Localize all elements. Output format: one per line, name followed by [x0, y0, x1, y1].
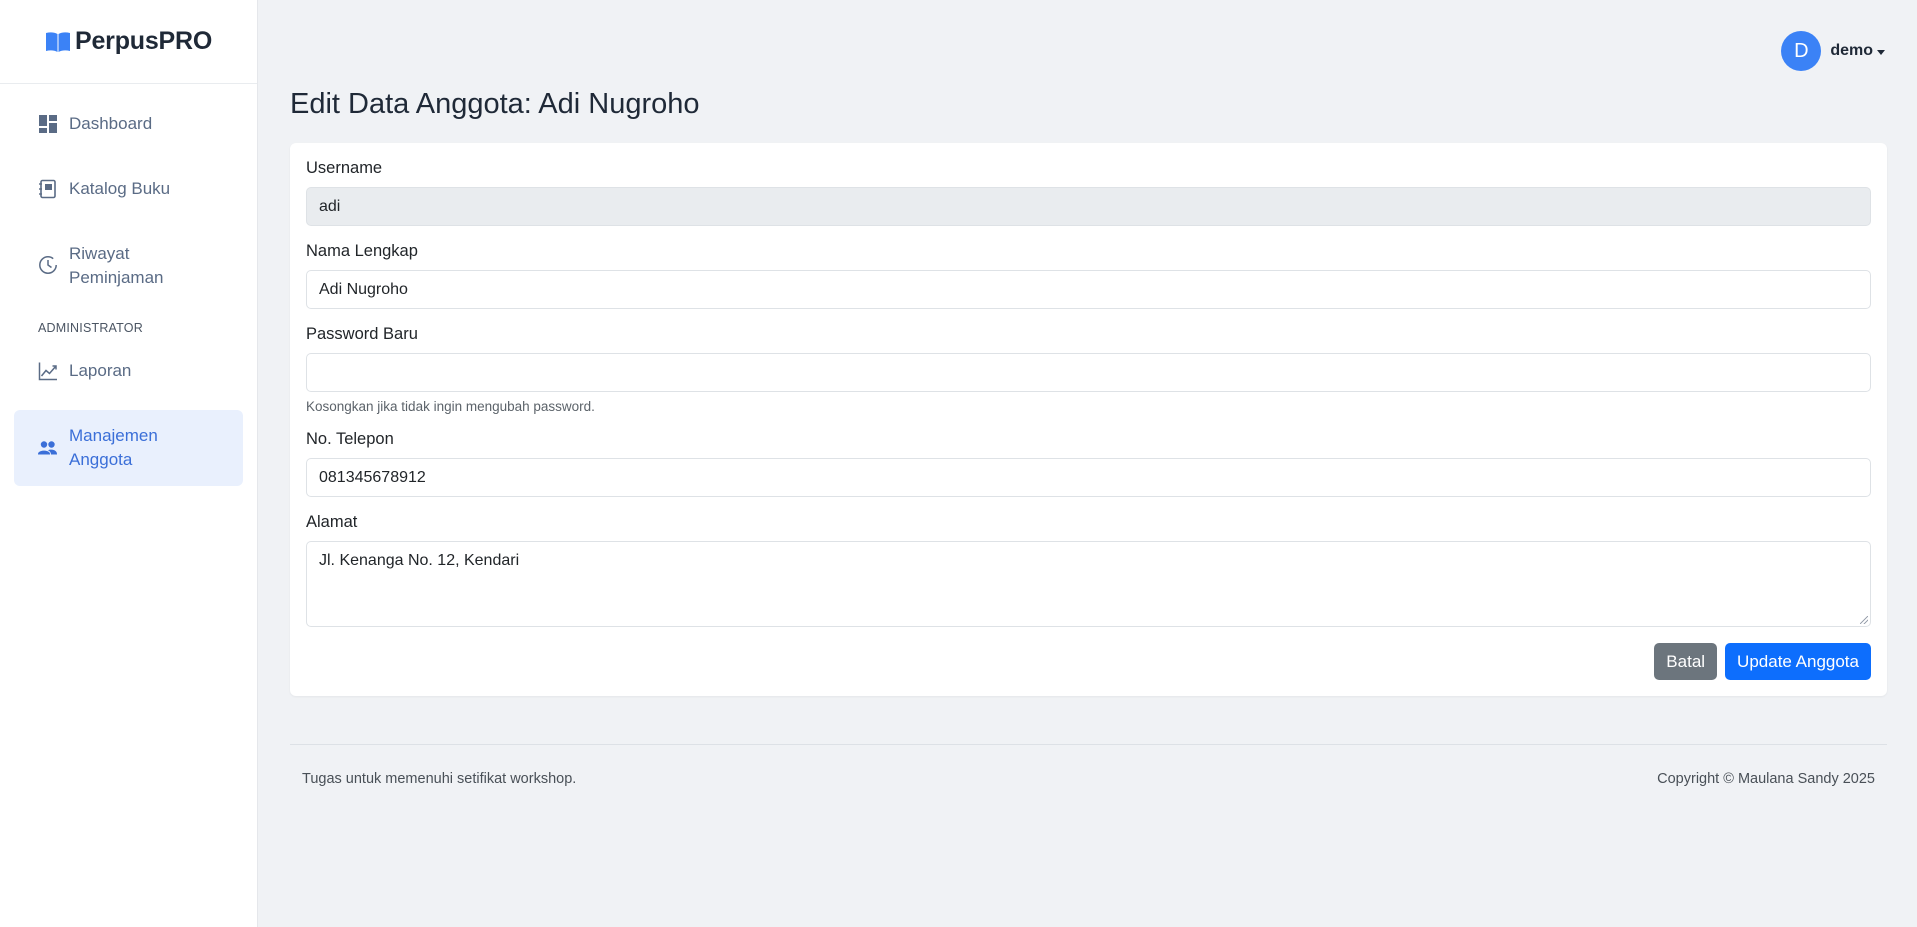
brand-name: PerpusPRO [75, 27, 213, 55]
user-menu[interactable]: D demo [1781, 31, 1885, 71]
sidebar-item-katalog-buku[interactable]: Katalog Buku [14, 163, 243, 215]
sidebar-item-label: Dashboard [69, 114, 153, 133]
main-content: D demo Edit Data Anggota: Adi Nugroho Us… [258, 0, 1917, 927]
footer-copyright: Copyright © Maulana Sandy 2025 [1657, 771, 1875, 787]
page-title: Edit Data Anggota: Adi Nugroho [290, 88, 700, 120]
form-group-password: Password Baru Kosongkan jika tidak ingin… [306, 325, 1871, 414]
catalog-book-icon [37, 179, 58, 200]
full-name-label: Nama Lengkap [306, 242, 418, 260]
edit-member-form: Username adi Nama Lengkap Adi Nugroho Pa… [290, 143, 1887, 696]
phone-field[interactable]: 081345678912 [306, 458, 1871, 497]
user-name: demo [1830, 42, 1873, 59]
sidebar-item-riwayat-peminjaman[interactable]: Riwayat Peminjaman [14, 228, 243, 304]
sidebar-item-label: Riwayat Peminjaman [69, 244, 164, 287]
password-field[interactable] [306, 353, 1871, 392]
sidebar-item-label: Manajemen Anggota [69, 426, 158, 469]
form-group-username: Username adi [306, 159, 1871, 226]
sidebar: PerpusPRO Dashboard Katalog Buku Riwayat… [0, 0, 258, 927]
sidebar-section-title: ADMINISTRATOR [38, 321, 143, 335]
footer-left-text: Tugas untuk memenuhi setifikat workshop. [302, 771, 577, 787]
chart-line-icon [37, 361, 58, 382]
password-label: Password Baru [306, 325, 418, 343]
username-field[interactable]: adi [306, 187, 1871, 226]
sidebar-item-label: Katalog Buku [69, 179, 171, 198]
phone-label: No. Telepon [306, 430, 394, 448]
address-label: Alamat [306, 513, 358, 531]
form-actions: Batal Update Anggota [306, 643, 1871, 680]
update-member-button[interactable]: Update Anggota [1725, 643, 1871, 680]
username-label: Username [306, 159, 383, 177]
sidebar-item-label: Laporan [69, 361, 132, 380]
people-icon [37, 438, 58, 459]
footer: Tugas untuk memenuhi setifikat workshop.… [290, 744, 1887, 787]
avatar: D [1781, 31, 1822, 71]
sidebar-nav: Dashboard Katalog Buku Riwayat Peminjama… [0, 84, 257, 513]
book-icon [46, 31, 70, 52]
form-group-address: Alamat Jl. Kenanga No. 12, Kendari [306, 513, 1871, 627]
full-name-field[interactable]: Adi Nugroho [306, 270, 1871, 309]
form-group-phone: No. Telepon 081345678912 [306, 430, 1871, 497]
sidebar-item-dashboard[interactable]: Dashboard [14, 98, 243, 150]
sidebar-item-manajemen-anggota[interactable]: Manajemen Anggota [14, 410, 243, 486]
caret-down-icon [1877, 49, 1885, 55]
clock-history-icon [37, 254, 58, 275]
sidebar-item-laporan[interactable]: Laporan [14, 345, 243, 397]
resize-handle-icon[interactable] [1860, 616, 1868, 624]
form-group-full-name: Nama Lengkap Adi Nugroho [306, 242, 1871, 309]
dashboard-icon [37, 114, 58, 135]
address-value: Jl. Kenanga No. 12, Kendari [319, 552, 520, 569]
app: PerpusPRO Dashboard Katalog Buku Riwayat… [0, 0, 1917, 927]
address-textarea[interactable]: Jl. Kenanga No. 12, Kendari [306, 541, 1871, 627]
brand[interactable]: PerpusPRO [0, 0, 257, 84]
topbar: D demo [290, 0, 1887, 90]
cancel-button[interactable]: Batal [1654, 643, 1718, 680]
password-help-text: Kosongkan jika tidak ingin mengubah pass… [306, 399, 595, 414]
